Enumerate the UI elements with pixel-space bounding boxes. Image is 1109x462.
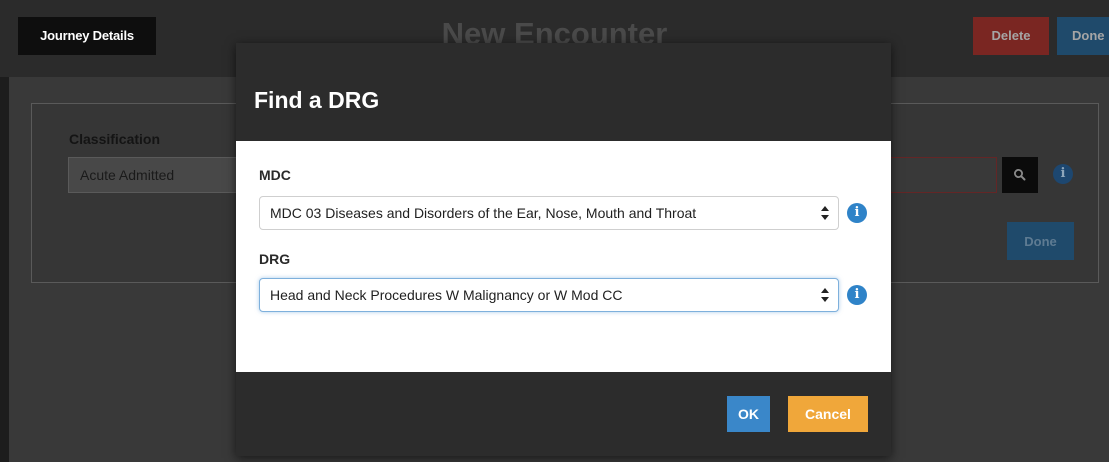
mdc-info-icon[interactable]: i — [847, 203, 867, 223]
mdc-select[interactable]: MDC 03 Diseases and Disorders of the Ear… — [259, 196, 839, 230]
modal-header: Find a DRG — [236, 43, 891, 141]
mdc-select-value: MDC 03 Diseases and Disorders of the Ear… — [270, 205, 697, 221]
cancel-button[interactable]: Cancel — [788, 396, 868, 432]
done-button[interactable]: Done — [1007, 222, 1074, 260]
done-button-top[interactable]: Done — [1057, 17, 1109, 55]
mdc-label: MDC — [259, 167, 291, 183]
modal-footer: OK Cancel — [236, 372, 891, 456]
delete-button[interactable]: Delete — [973, 17, 1049, 55]
search-button[interactable] — [1002, 157, 1038, 193]
drg-search-input[interactable] — [882, 157, 997, 193]
classification-label: Classification — [69, 131, 161, 147]
ok-button[interactable]: OK — [727, 396, 770, 432]
search-icon — [1013, 168, 1026, 181]
find-drg-modal: Find a DRG MDC MDC 03 Diseases and Disor… — [236, 43, 891, 456]
drg-label: DRG — [259, 251, 291, 267]
drg-select-value: Head and Neck Procedures W Malignancy or… — [270, 287, 623, 303]
select-arrows-icon — [821, 288, 829, 302]
drg-info-icon[interactable]: i — [847, 285, 867, 305]
info-icon[interactable]: i — [1053, 164, 1073, 184]
drg-select[interactable]: Head and Neck Procedures W Malignancy or… — [259, 278, 839, 312]
modal-title: Find a DRG — [254, 87, 380, 113]
select-arrows-icon — [821, 206, 829, 220]
